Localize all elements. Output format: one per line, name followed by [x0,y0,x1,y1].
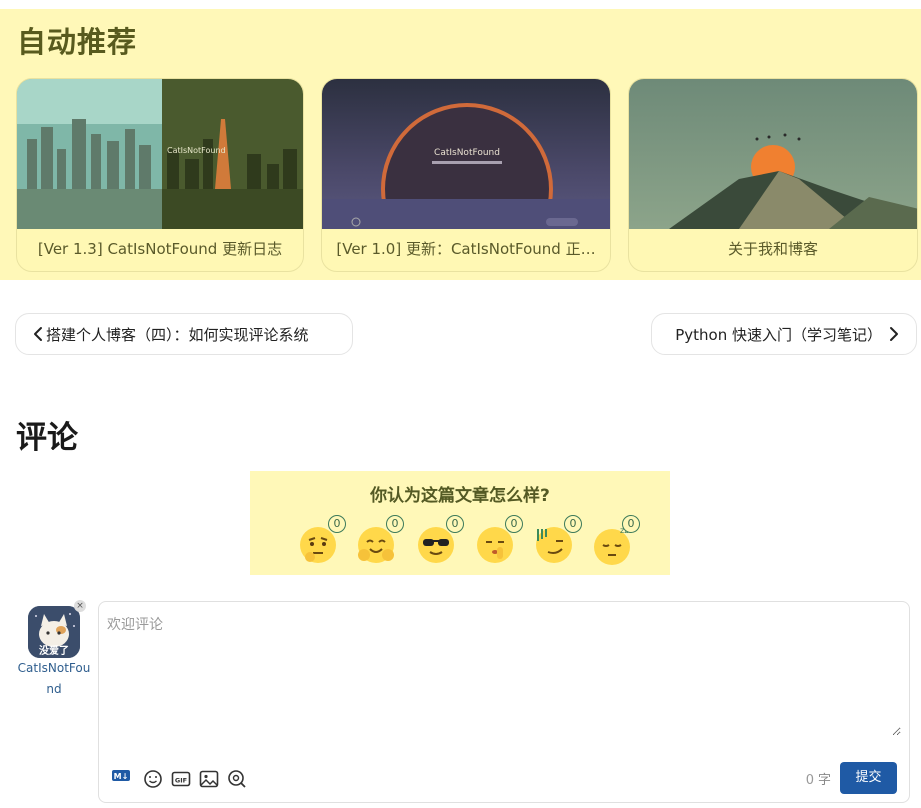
card-title[interactable]: [Ver 1.3] CatIsNotFound 更新日志 [17,229,303,271]
recommend-title: 自动推荐 [17,25,138,59]
comment-input[interactable] [107,614,901,736]
next-post-label: Python 快速入门（学习笔记） [675,325,882,344]
card-title[interactable]: [Ver 1.0] 更新：CatIsNotFound 正… [322,229,610,271]
svg-text:GIF: GIF [175,777,187,785]
avatar-text: 没爱了 [39,644,69,657]
reaction-count: 0 [564,515,582,533]
reaction-question: 你认为这篇文章怎么样? [370,486,550,506]
preview-icon[interactable] [227,769,247,789]
thumb-overlay-text: CatIsNotFound [167,146,226,155]
reaction-count: 0 [328,515,346,533]
chevron-right-icon [890,327,898,341]
reaction-sleepy[interactable]: zz 0 [592,515,640,565]
emoji-icon[interactable] [143,769,163,789]
chevron-left-icon [34,327,42,341]
reaction-smirk[interactable]: 0 [534,515,582,565]
word-count-number: 0 [805,773,814,788]
reaction-count: 0 [505,515,523,533]
submit-button[interactable]: 提交 [840,762,897,794]
gif-icon[interactable]: GIF [171,769,191,789]
reaction-cool[interactable]: 0 [416,515,464,565]
markdown-icon[interactable]: M↓ [111,766,131,786]
card-title[interactable]: 关于我和博客 [629,229,917,271]
reaction-count: 0 [446,515,464,533]
svg-text:M↓: M↓ [114,772,129,781]
reaction-hugging[interactable]: 0 [356,515,404,565]
close-icon[interactable]: × [74,600,86,612]
prev-post-label: 搭建个人博客（四）：如何实现评论系统 [46,325,309,344]
user-name[interactable]: CatIsNotFound [16,658,92,700]
prev-post-link[interactable]: 搭建个人博客（四）：如何实现评论系统 [15,313,353,355]
recommend-card[interactable]: CatIsNotFound [Ver 1.0] 更新：CatIsNotFound… [321,78,611,272]
image-icon[interactable] [199,769,219,789]
reaction-count: 0 [622,515,640,533]
comment-editor: M↓ GIF 0字 提交 [98,601,910,803]
word-count: 0字 [806,769,831,788]
word-count-unit: 字 [817,773,831,788]
recommend-card[interactable]: CatIsNotFound [Ver 1.3] CatIsNotFound 更新… [16,78,304,272]
recommend-card[interactable]: 关于我和博客 [628,78,918,272]
reaction-count: 0 [386,515,404,533]
reaction-thinking[interactable]: 0 [298,515,346,565]
reaction-shush[interactable]: 0 [475,515,523,565]
recommend-section: 自动推荐 CatIsNotFound [Ver 1.3] CatIsNotFou… [0,9,921,280]
next-post-link[interactable]: Python 快速入门（学习笔记） [651,313,917,355]
reaction-panel: 你认为这篇文章怎么样? 0 0 0 0 0 zz 0 [250,471,670,575]
card-thumbnail [629,79,917,229]
card-thumbnail: CatIsNotFound [322,79,610,229]
card-thumbnail: CatIsNotFound [17,79,303,229]
thumb-title: CatIsNotFound [434,148,500,158]
avatar[interactable]: 没爱了 [28,606,80,658]
comments-title: 评论 [16,420,78,456]
